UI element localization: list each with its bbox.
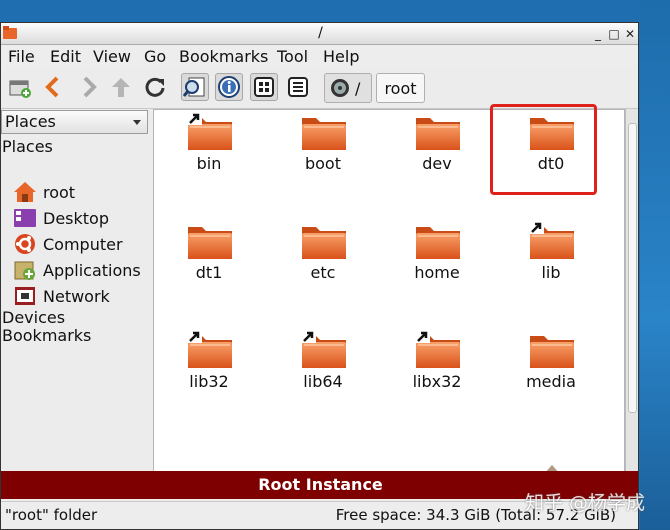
folder-label: home xyxy=(414,263,460,282)
sidebar: Places Places root Desktop Computer Appl… xyxy=(1,109,153,469)
sidebar-item-root[interactable]: root xyxy=(13,180,75,204)
title-bar: / _ □ ✕ xyxy=(1,23,638,45)
devices-heading[interactable]: Devices xyxy=(2,308,65,327)
folder-label: dev xyxy=(422,154,452,173)
reload-button[interactable] xyxy=(141,73,169,101)
menu-edit[interactable]: Edit xyxy=(50,47,81,66)
sidebar-item-network[interactable]: Network xyxy=(13,284,110,308)
folder-label: libx32 xyxy=(412,372,462,391)
folder-icon xyxy=(414,221,462,261)
maximize-button[interactable]: □ xyxy=(607,27,621,41)
back-button[interactable] xyxy=(39,73,67,101)
desktop-background xyxy=(640,0,670,530)
desktop-icon xyxy=(13,207,37,229)
up-button[interactable] xyxy=(107,73,135,101)
disk-icon xyxy=(331,79,349,97)
applications-icon xyxy=(13,259,37,281)
folder-item[interactable]: boot xyxy=(273,112,373,192)
folder-icon xyxy=(300,221,348,261)
vertical-scrollbar[interactable] xyxy=(625,109,638,486)
folder-item[interactable]: lib xyxy=(501,221,601,301)
highlight-box xyxy=(490,104,597,195)
folder-icon xyxy=(300,112,348,152)
close-button[interactable]: ✕ xyxy=(623,27,637,41)
folder-item[interactable]: lib32 xyxy=(159,330,259,410)
toolbar: / root xyxy=(1,69,638,109)
sidebar-item-computer[interactable]: Computer xyxy=(13,232,123,256)
home-folder-icon xyxy=(13,181,37,203)
minimize-button[interactable]: _ xyxy=(591,27,605,41)
folder-label: lib32 xyxy=(189,372,229,391)
menu-file[interactable]: File xyxy=(8,47,35,66)
icon-view-icon xyxy=(254,77,274,97)
folder-item[interactable]: etc xyxy=(273,221,373,301)
forward-arrow-icon xyxy=(83,76,97,98)
sidebar-mode-select[interactable]: Places xyxy=(1,110,148,134)
folder-link-icon xyxy=(300,330,348,370)
status-folder-info: "root" folder xyxy=(5,506,98,524)
forward-button[interactable] xyxy=(75,73,103,101)
sidebar-item-label: Computer xyxy=(43,234,123,254)
window-title: / xyxy=(318,25,323,41)
list-view-button[interactable] xyxy=(284,73,312,101)
folder-item[interactable]: libx32 xyxy=(387,330,487,410)
folder-icon xyxy=(528,330,576,370)
folder-label: lib xyxy=(541,263,561,282)
path-button-root[interactable]: / xyxy=(324,73,372,103)
menu-go[interactable]: Go xyxy=(144,47,166,66)
menu-help[interactable]: Help xyxy=(323,47,359,66)
new-tab-button[interactable] xyxy=(6,73,34,101)
new-tab-icon xyxy=(9,80,31,98)
folder-item[interactable]: dev xyxy=(387,112,487,192)
menu-bar: File Edit View Go Bookmarks Tool Help xyxy=(1,45,638,69)
up-arrow-icon xyxy=(112,78,130,97)
places-heading[interactable]: Places xyxy=(2,137,53,156)
list-view-icon xyxy=(288,77,308,97)
search-icon xyxy=(183,77,205,97)
folder-item[interactable]: media xyxy=(501,330,601,410)
folder-link-icon xyxy=(414,330,462,370)
file-manager-window: / _ □ ✕ File Edit View Go Bookmarks Tool… xyxy=(0,22,639,530)
folder-label: dt1 xyxy=(195,263,223,282)
icon-view-button[interactable] xyxy=(250,73,278,101)
folder-label: bin xyxy=(196,154,222,173)
sidebar-item-label: Network xyxy=(43,286,110,306)
bookmarks-heading[interactable]: Bookmarks xyxy=(2,326,91,345)
folder-item[interactable]: dt1 xyxy=(159,221,259,301)
sidebar-item-applications[interactable]: Applications xyxy=(13,258,141,282)
sidebar-item-desktop[interactable]: Desktop xyxy=(13,206,109,230)
sidebar-item-label: Desktop xyxy=(43,208,109,228)
path-root-label: / xyxy=(355,78,361,98)
info-icon xyxy=(218,76,240,98)
network-icon xyxy=(13,285,37,307)
menu-tool[interactable]: Tool xyxy=(277,47,308,66)
path-current-label: root xyxy=(384,78,417,98)
folder-link-icon xyxy=(186,112,234,152)
sidebar-item-label: Applications xyxy=(43,260,141,280)
search-button[interactable] xyxy=(181,73,209,101)
folder-label: lib64 xyxy=(303,372,343,391)
folder-label: boot xyxy=(304,154,341,173)
chevron-down-icon xyxy=(133,120,141,125)
computer-icon xyxy=(13,233,37,255)
folder-label: etc xyxy=(310,263,336,282)
info-button[interactable] xyxy=(215,73,243,101)
back-arrow-icon xyxy=(45,76,59,98)
reload-icon xyxy=(145,77,165,97)
sidebar-item-label: root xyxy=(43,182,76,202)
path-button-current[interactable]: root xyxy=(376,73,425,103)
folder-link-icon xyxy=(186,330,234,370)
watermark: 知乎 @杨学成 xyxy=(525,492,646,514)
scrollbar-thumb[interactable] xyxy=(628,123,637,413)
folder-icon xyxy=(186,221,234,261)
menu-bookmarks[interactable]: Bookmarks xyxy=(179,47,268,66)
folder-item[interactable]: bin xyxy=(159,112,259,192)
folder-item[interactable]: home xyxy=(387,221,487,301)
sidebar-mode-label: Places xyxy=(5,112,56,131)
folder-icon xyxy=(414,112,462,152)
folder-link-icon xyxy=(528,221,576,261)
menu-view[interactable]: View xyxy=(93,47,131,66)
folder-label: media xyxy=(526,372,576,391)
folder-item[interactable]: lib64 xyxy=(273,330,373,410)
